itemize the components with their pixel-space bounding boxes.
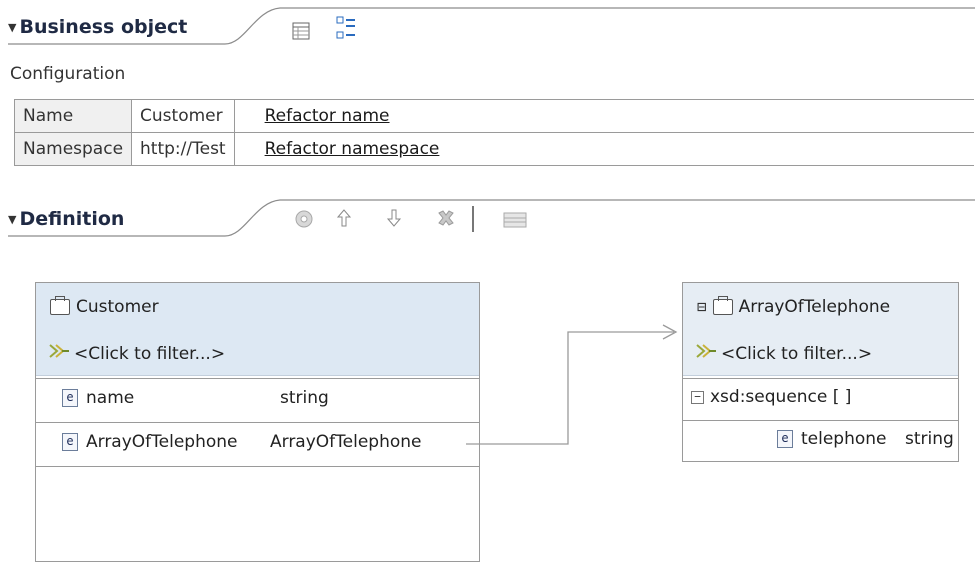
config-value-name: Customer xyxy=(131,99,235,133)
customer-field-row[interactable]: e ArrayOfTelephone ArrayOfTelephone xyxy=(62,432,422,452)
refactor-namespace-link[interactable]: Refactor namespace xyxy=(265,139,440,159)
business-object-section-divider xyxy=(8,7,975,45)
customer-field-name: name xyxy=(86,388,135,408)
delete-icon[interactable] xyxy=(434,206,458,230)
array-box-divider xyxy=(683,378,958,379)
collapse-toggle-icon[interactable]: ⊟ xyxy=(697,298,707,314)
definition-section-divider xyxy=(8,199,975,237)
add-icon[interactable] xyxy=(290,206,318,232)
customer-row-divider xyxy=(36,422,479,423)
filter-icon xyxy=(48,341,70,366)
array-filter-row[interactable]: <Click to filter...> xyxy=(695,341,872,366)
customer-field-type: ArrayOfTelephone xyxy=(270,432,422,452)
move-up-icon[interactable] xyxy=(334,206,354,230)
business-object-icon xyxy=(50,296,70,315)
customer-business-object[interactable]: Customer <Click to filter...> e name str… xyxy=(35,282,480,562)
customer-filter-row[interactable]: <Click to filter...> xyxy=(48,341,225,366)
array-box-title: ArrayOfTelephone xyxy=(738,297,891,317)
element-icon: e xyxy=(777,430,793,448)
move-down-icon[interactable] xyxy=(384,206,404,230)
element-icon: e xyxy=(62,389,78,407)
config-value-namespace: http://Test xyxy=(131,132,235,166)
customer-field-row[interactable]: e name string xyxy=(62,388,329,408)
customer-box-title: Customer xyxy=(76,297,159,317)
config-key-name: Name xyxy=(13,99,133,133)
config-key-namespace: Namespace xyxy=(13,132,133,166)
configuration-label: Configuration xyxy=(10,64,126,84)
config-table-bottom-border xyxy=(14,165,974,166)
customer-row-divider xyxy=(36,466,479,467)
table-view-icon[interactable] xyxy=(290,20,312,42)
array-field-row[interactable]: e telephone string xyxy=(777,429,954,449)
array-row-divider xyxy=(683,420,958,421)
relationship-connector xyxy=(466,324,678,445)
xsd-sequence-label: xsd:sequence [ ] xyxy=(710,387,852,407)
array-field-type: string xyxy=(905,429,954,449)
config-table-top-border xyxy=(14,99,974,100)
layout-icon[interactable] xyxy=(502,210,528,230)
customer-field-name: ArrayOfTelephone xyxy=(86,432,238,452)
customer-filter-text: <Click to filter...> xyxy=(74,343,226,364)
customer-box-divider xyxy=(36,378,479,379)
refactor-name-link[interactable]: Refactor name xyxy=(265,106,390,126)
filter-icon xyxy=(695,341,717,366)
tree-view-icon[interactable] xyxy=(334,14,358,42)
array-filter-text: <Click to filter...> xyxy=(721,343,873,364)
customer-box-title-row[interactable]: Customer xyxy=(50,296,159,317)
config-row-namespace: Namespace http://Test Refactor namespace xyxy=(13,132,448,166)
collapse-sequence-icon[interactable]: − xyxy=(691,390,704,404)
element-icon: e xyxy=(62,433,78,451)
config-table-mid-border xyxy=(14,132,974,133)
arrayoftelephone-business-object[interactable]: ⊟ ArrayOfTelephone <Click to filter...> … xyxy=(682,282,959,462)
array-box-title-row[interactable]: ⊟ ArrayOfTelephone xyxy=(697,296,891,317)
xsd-sequence-row[interactable]: − xsd:sequence [ ] xyxy=(691,387,851,407)
toolbar-separator xyxy=(472,206,474,232)
customer-field-type: string xyxy=(280,388,329,408)
config-row-name: Name Customer Refactor name xyxy=(13,99,448,133)
array-field-name: telephone xyxy=(801,429,887,449)
business-object-icon xyxy=(712,296,733,315)
